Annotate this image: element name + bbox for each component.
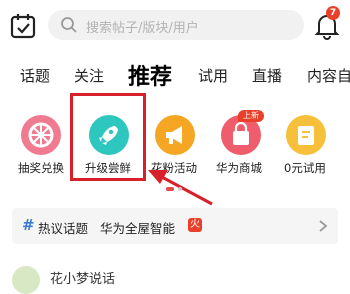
- lottery-label: 抽奖兑换: [18, 161, 64, 175]
- tab-live[interactable]: 直播: [252, 65, 282, 86]
- megaphone-icon: [166, 126, 182, 144]
- lottery-wheel-icon: [28, 122, 54, 148]
- hash-icon: #: [22, 216, 35, 234]
- hot-topic-bar[interactable]: # 热议话题 华为全屋智能 火: [12, 208, 338, 244]
- search-bar[interactable]: 搜索帖子/版块/用户: [48, 10, 304, 40]
- search-placeholder: 搜索帖子/版块/用户: [86, 21, 199, 36]
- tab-content[interactable]: 内容自: [307, 65, 350, 86]
- carousel-dot: [178, 187, 182, 191]
- free-trial-label: 0元试用: [284, 161, 326, 175]
- huawei-store-label: 华为商城: [216, 161, 262, 175]
- category-tabs: 话题 关注 推荐 试用 直播 内容自: [0, 56, 350, 90]
- notification-badge: 7: [326, 6, 340, 20]
- chevron-right-icon[interactable]: [318, 219, 328, 233]
- hot-topic-title: 热议话题: [38, 221, 89, 236]
- top-bar: 搜索帖子/版块/用户 7: [0, 0, 350, 50]
- carousel-indicator: [166, 187, 196, 193]
- free-trial-item[interactable]: [286, 115, 326, 155]
- tab-recommended[interactable]: 推荐: [128, 59, 172, 91]
- avatar[interactable]: [12, 266, 40, 294]
- carousel-dot-active: [166, 187, 174, 191]
- feed-item-preview[interactable]: 花小梦说话: [0, 256, 350, 294]
- tab-following[interactable]: 关注: [74, 65, 104, 86]
- hot-topic-link[interactable]: 华为全屋智能: [100, 218, 175, 237]
- trial-card-icon: [298, 126, 314, 145]
- tab-topics[interactable]: 话题: [20, 65, 50, 86]
- fan-activity-item[interactable]: [155, 115, 195, 155]
- hot-badge: 火: [188, 218, 202, 232]
- calendar-checkin-icon[interactable]: [8, 11, 38, 41]
- feed-user-name[interactable]: 花小梦说话: [50, 268, 115, 287]
- lottery-item[interactable]: [21, 115, 61, 155]
- search-icon: [61, 17, 77, 33]
- new-badge: 上新: [238, 110, 264, 122]
- annotation-arrow: [148, 170, 213, 206]
- highlight-box: [70, 93, 146, 181]
- tab-trial[interactable]: 试用: [198, 65, 228, 86]
